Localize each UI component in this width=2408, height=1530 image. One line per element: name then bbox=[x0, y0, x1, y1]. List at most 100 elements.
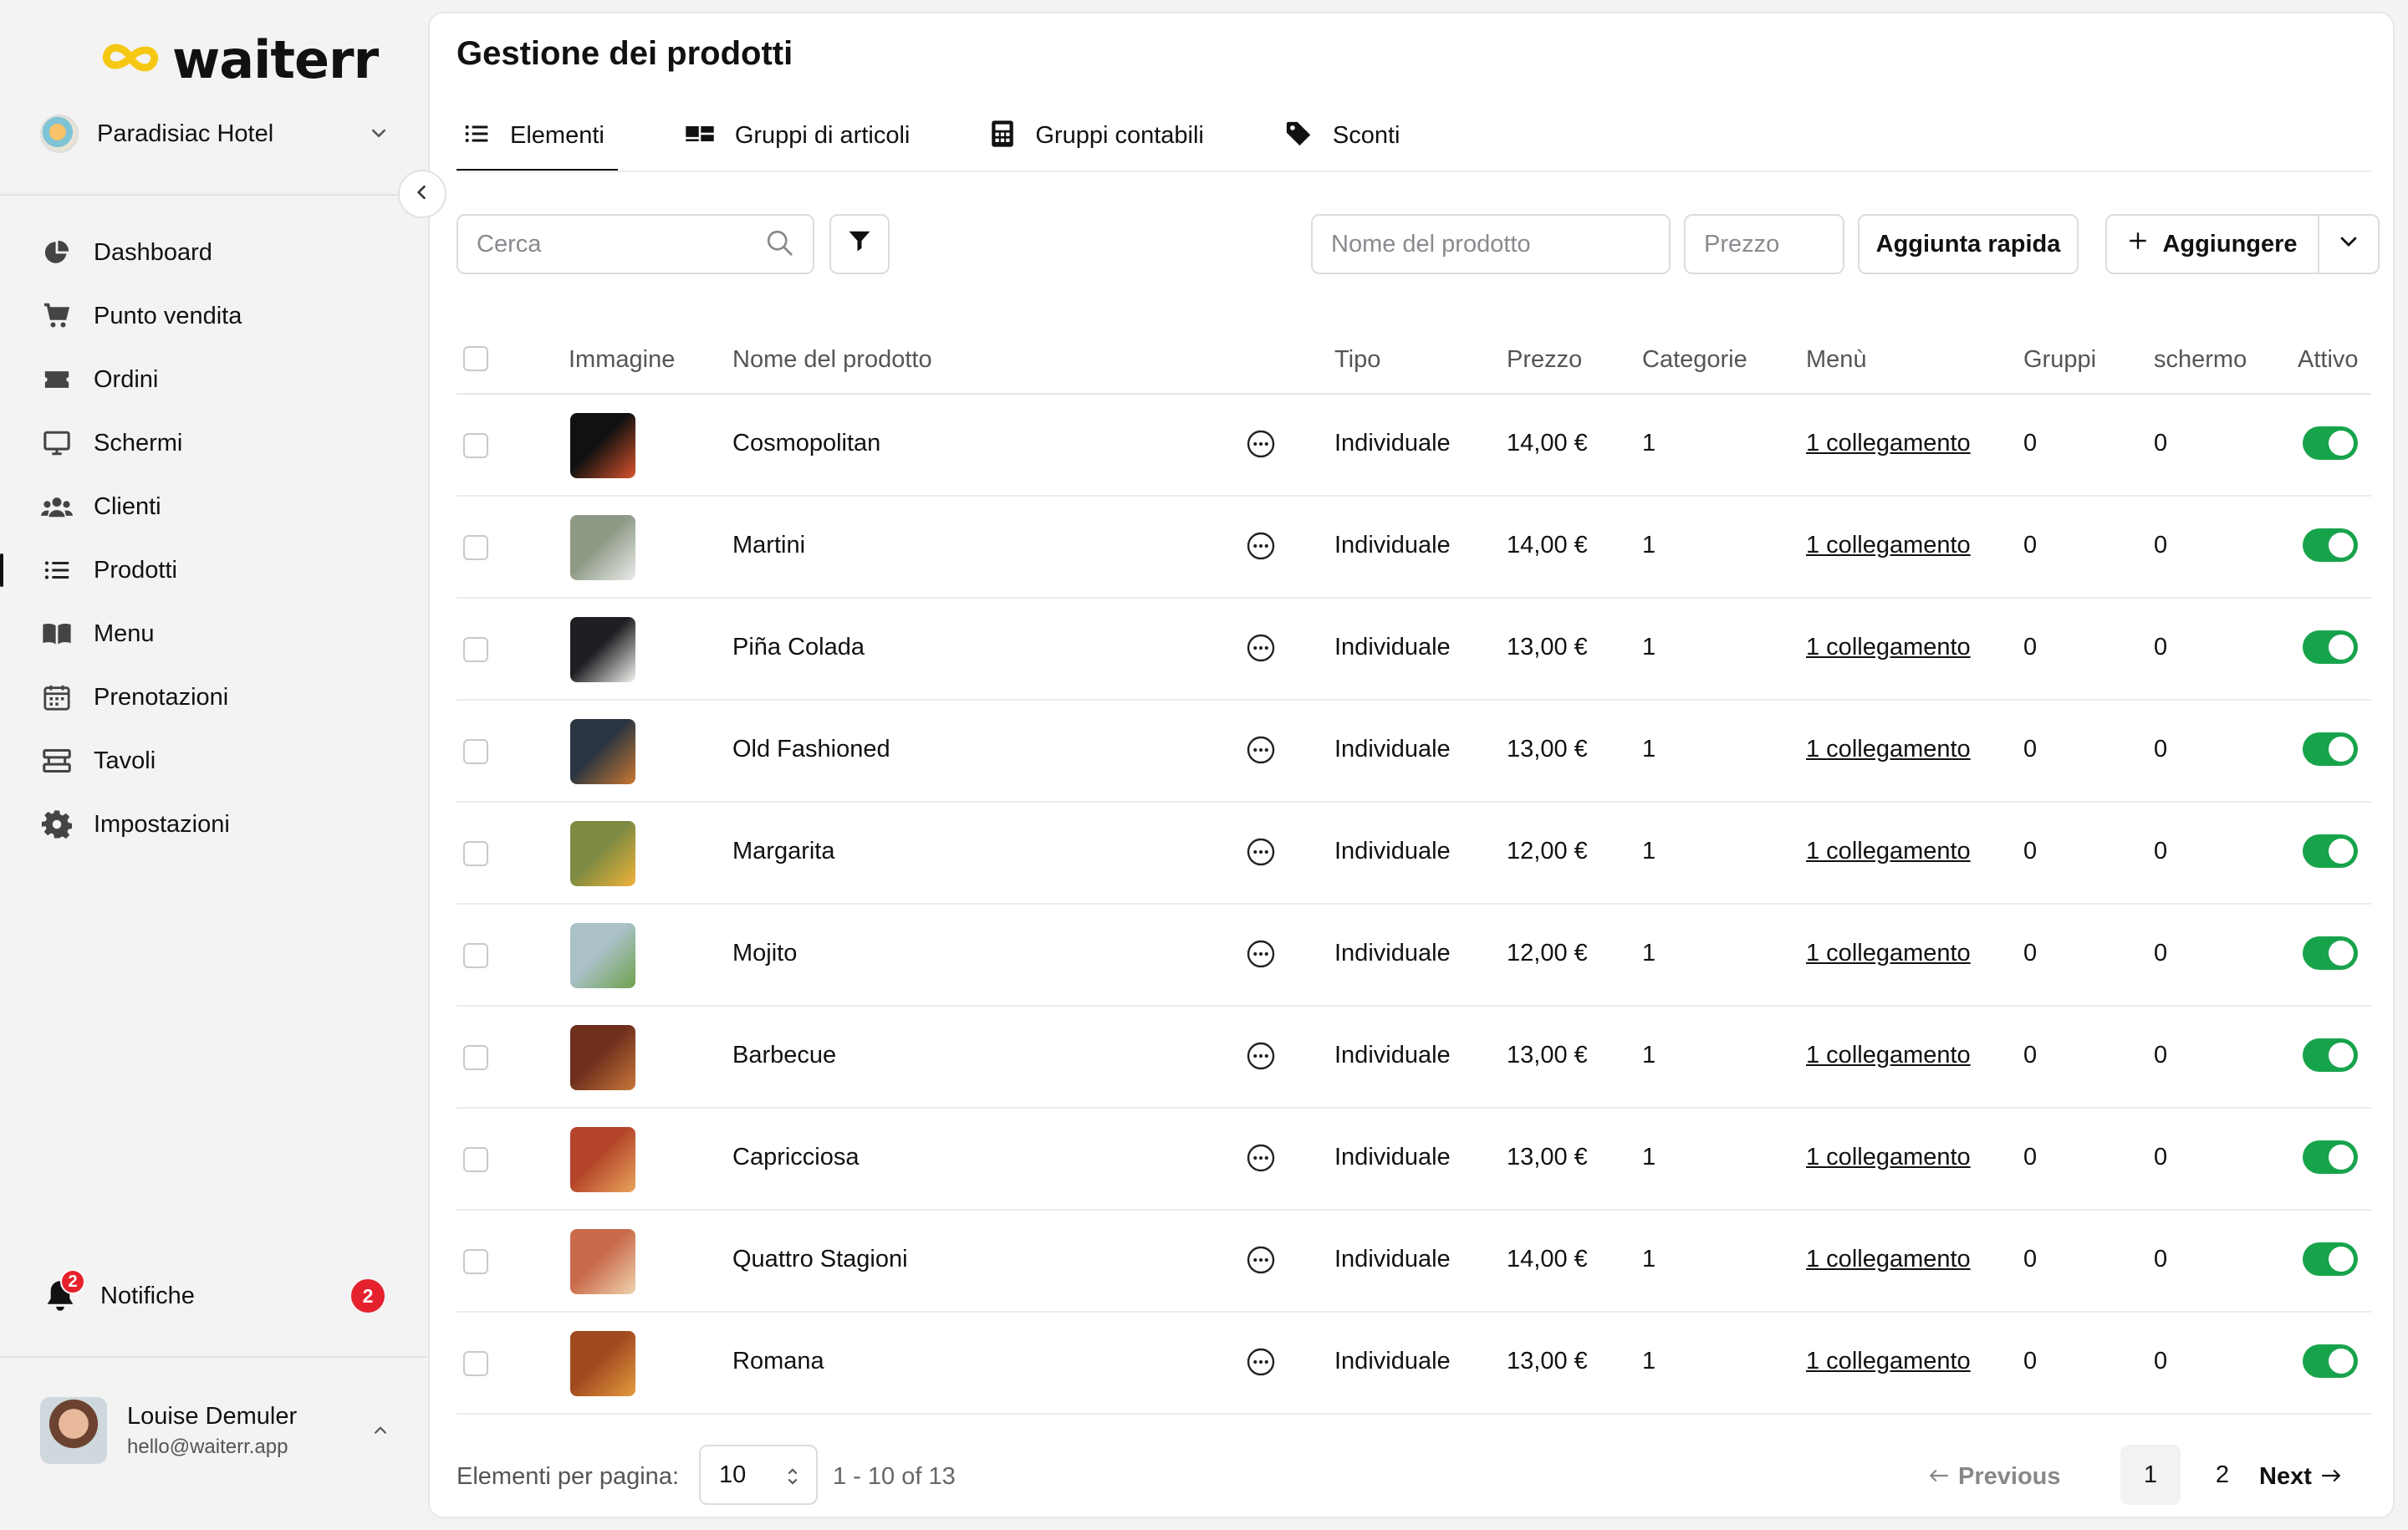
product-name-field[interactable] bbox=[1311, 214, 1671, 274]
add-dropdown-button[interactable] bbox=[2318, 214, 2380, 274]
page-2-button[interactable]: 2 bbox=[2192, 1445, 2252, 1505]
sidebar-item-prodotti[interactable]: Prodotti bbox=[0, 538, 426, 602]
product-name[interactable]: Margarita bbox=[732, 838, 835, 865]
sidebar-item-impostazioni[interactable]: Impostazioni bbox=[0, 793, 426, 856]
active-toggle[interactable] bbox=[2303, 630, 2358, 664]
price-input[interactable] bbox=[1704, 230, 1824, 258]
more-options-icon[interactable] bbox=[1246, 837, 1276, 867]
column-header-price[interactable]: Prezzo bbox=[1507, 346, 1582, 374]
add-button[interactable]: Aggiungere bbox=[2105, 214, 2319, 274]
active-toggle[interactable] bbox=[2303, 1038, 2358, 1072]
column-header-categories[interactable]: Categorie bbox=[1642, 346, 1747, 374]
product-name[interactable]: Mojito bbox=[732, 940, 797, 967]
column-header-name[interactable]: Nome del prodotto bbox=[732, 346, 932, 374]
table-row[interactable]: Barbecue Individuale 13,00 € 1 1 collegament… bbox=[457, 1007, 2371, 1109]
sidebar-item-clienti[interactable]: Clienti bbox=[0, 475, 426, 538]
search-input[interactable] bbox=[477, 230, 764, 258]
menu-link[interactable]: 1 collegamento bbox=[1806, 1246, 1971, 1273]
sidebar-item-dashboard[interactable]: Dashboard bbox=[0, 221, 426, 284]
active-toggle[interactable] bbox=[2303, 1344, 2358, 1378]
quick-add-button[interactable]: Aggiunta rapida bbox=[1858, 214, 2079, 274]
tab-sconti[interactable]: Sconti bbox=[1278, 100, 1407, 171]
active-toggle[interactable] bbox=[2303, 936, 2358, 970]
column-header-type[interactable]: Tipo bbox=[1334, 346, 1380, 374]
product-name[interactable]: Quattro Stagioni bbox=[732, 1246, 908, 1273]
column-header-image[interactable]: Immagine bbox=[569, 346, 675, 374]
more-options-icon[interactable] bbox=[1246, 1143, 1276, 1173]
venue-selector[interactable]: Paradisiac Hotel bbox=[40, 109, 391, 159]
table-row[interactable]: Capricciosa Individuale 13,00 € 1 1 collegam… bbox=[457, 1109, 2371, 1211]
row-checkbox[interactable] bbox=[463, 1249, 488, 1274]
more-options-icon[interactable] bbox=[1246, 1041, 1276, 1071]
row-checkbox[interactable] bbox=[463, 841, 488, 866]
sidebar-item-prenotazioni[interactable]: Prenotazioni bbox=[0, 666, 426, 729]
menu-link[interactable]: 1 collegamento bbox=[1806, 736, 1971, 763]
sidebar-item-tavoli[interactable]: Tavoli bbox=[0, 729, 426, 793]
sidebar-item-ordini[interactable]: Ordini bbox=[0, 348, 426, 411]
product-name[interactable]: Barbecue bbox=[732, 1042, 836, 1069]
sidebar-item-menu[interactable]: Menu bbox=[0, 602, 426, 666]
more-options-icon[interactable] bbox=[1246, 1245, 1276, 1275]
row-checkbox[interactable] bbox=[463, 1351, 488, 1376]
product-name[interactable]: Capricciosa bbox=[732, 1144, 860, 1171]
sidebar-item-schermi[interactable]: Schermi bbox=[0, 411, 426, 475]
per-page-select[interactable]: 10 bbox=[699, 1445, 818, 1505]
product-name[interactable]: Martini bbox=[732, 532, 805, 559]
tab-gruppi-di-articoli[interactable]: Gruppi di articoli bbox=[678, 100, 917, 171]
table-row[interactable]: Romana Individuale 13,00 € 1 1 collegamento 0… bbox=[457, 1313, 2371, 1415]
more-options-icon[interactable] bbox=[1246, 429, 1276, 459]
table-row[interactable]: Martini Individuale 14,00 € 1 1 collegamento… bbox=[457, 497, 2371, 599]
tab-elementi[interactable]: Elementi bbox=[457, 100, 618, 172]
filter-button[interactable] bbox=[829, 214, 890, 274]
menu-link[interactable]: 1 collegamento bbox=[1806, 1144, 1971, 1171]
table-row[interactable]: Old Fashioned Individuale 13,00 € 1 1 colleg… bbox=[457, 701, 2371, 803]
tab-gruppi-contabili[interactable]: Gruppi contabili bbox=[983, 100, 1211, 171]
column-header-groups[interactable]: Gruppi bbox=[2023, 346, 2096, 374]
sidebar-item-punto-vendita[interactable]: Punto vendita bbox=[0, 284, 426, 348]
collapse-sidebar-button[interactable] bbox=[398, 170, 446, 218]
table-row[interactable]: Margarita Individuale 12,00 € 1 1 collegamen… bbox=[457, 803, 2371, 905]
menu-link[interactable]: 1 collegamento bbox=[1806, 430, 1971, 457]
next-page-button[interactable]: Next bbox=[2259, 1463, 2342, 1491]
menu-link[interactable]: 1 collegamento bbox=[1806, 634, 1971, 661]
active-toggle[interactable] bbox=[2303, 1242, 2358, 1276]
previous-page-button[interactable]: Previous bbox=[1928, 1463, 2061, 1491]
search-box[interactable] bbox=[457, 214, 814, 274]
more-options-icon[interactable] bbox=[1246, 939, 1276, 969]
row-checkbox[interactable] bbox=[463, 943, 488, 968]
menu-link[interactable]: 1 collegamento bbox=[1806, 1348, 1971, 1375]
active-toggle[interactable] bbox=[2303, 426, 2358, 460]
more-options-icon[interactable] bbox=[1246, 1347, 1276, 1377]
product-name[interactable]: Romana bbox=[732, 1348, 824, 1375]
product-name-input[interactable] bbox=[1331, 230, 1650, 258]
price-field[interactable] bbox=[1684, 214, 1844, 274]
row-checkbox[interactable] bbox=[463, 1147, 488, 1172]
product-name[interactable]: Cosmopolitan bbox=[732, 430, 880, 457]
column-header-menu[interactable]: Menù bbox=[1806, 346, 1867, 374]
product-name[interactable]: Piña Colada bbox=[732, 634, 865, 661]
row-checkbox[interactable] bbox=[463, 535, 488, 560]
table-row[interactable]: Quattro Stagioni Individuale 14,00 € 1 1 col… bbox=[457, 1211, 2371, 1313]
active-toggle[interactable] bbox=[2303, 1140, 2358, 1174]
row-checkbox[interactable] bbox=[463, 1045, 488, 1070]
column-header-active[interactable]: Attivo bbox=[2298, 346, 2359, 374]
row-checkbox[interactable] bbox=[463, 637, 488, 662]
active-toggle[interactable] bbox=[2303, 528, 2358, 562]
table-row[interactable]: Mojito Individuale 12,00 € 1 1 collegamento 0… bbox=[457, 905, 2371, 1007]
active-toggle[interactable] bbox=[2303, 732, 2358, 766]
product-name[interactable]: Old Fashioned bbox=[732, 736, 890, 763]
active-toggle[interactable] bbox=[2303, 834, 2358, 868]
notifications-button[interactable]: 2 Notifiche 2 bbox=[40, 1269, 391, 1323]
more-options-icon[interactable] bbox=[1246, 633, 1276, 663]
select-all-checkbox[interactable] bbox=[463, 346, 488, 371]
table-row[interactable]: Piña Colada Individuale 13,00 € 1 1 collegam… bbox=[457, 599, 2371, 701]
row-checkbox[interactable] bbox=[463, 433, 488, 458]
table-row[interactable]: Cosmopolitan Individuale 14,00 € 1 1 collega… bbox=[457, 395, 2371, 497]
waiterr-logo[interactable]: waiterr bbox=[99, 29, 379, 90]
page-1-button[interactable]: 1 bbox=[2120, 1445, 2181, 1505]
row-checkbox[interactable] bbox=[463, 739, 488, 764]
menu-link[interactable]: 1 collegamento bbox=[1806, 838, 1971, 865]
more-options-icon[interactable] bbox=[1246, 531, 1276, 561]
user-menu[interactable]: Louise Demuler hello@waiterr.app bbox=[40, 1396, 391, 1465]
menu-link[interactable]: 1 collegamento bbox=[1806, 1042, 1971, 1069]
